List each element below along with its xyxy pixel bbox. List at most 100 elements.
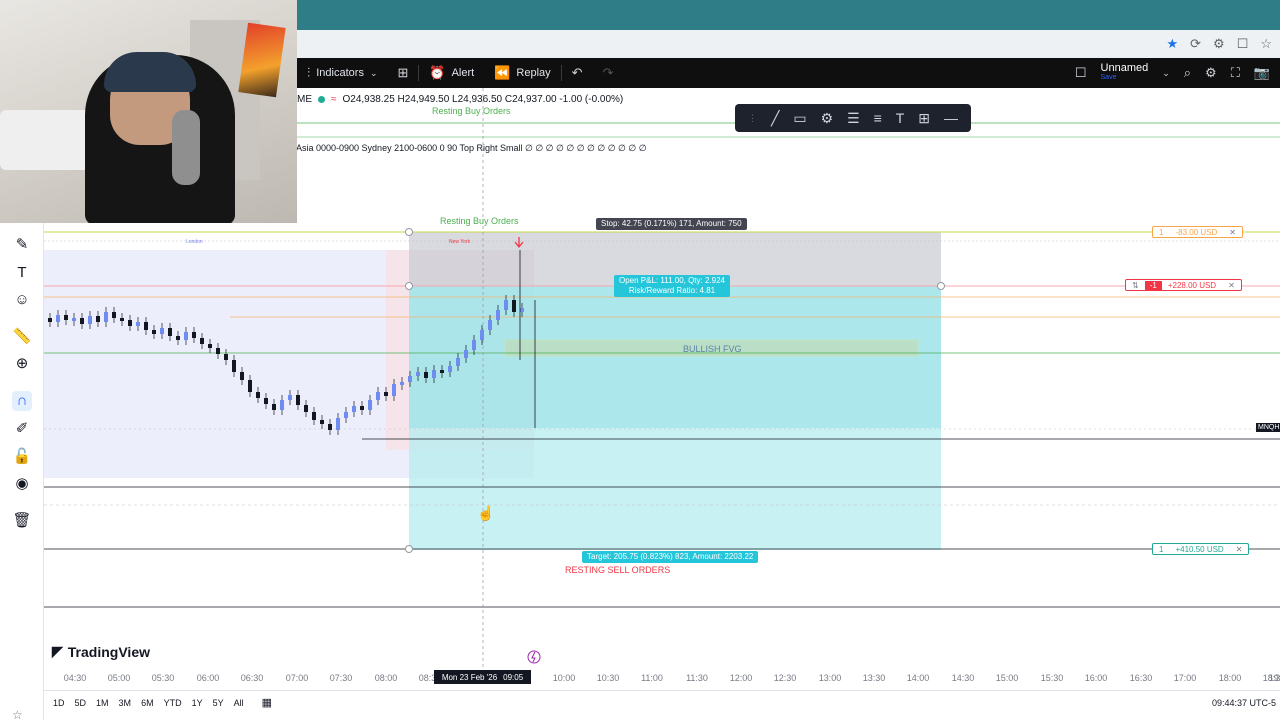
- tab-icon[interactable]: ☐: [1237, 36, 1249, 52]
- candle-body: [144, 322, 148, 330]
- rectangle-icon[interactable]: ▭: [793, 110, 806, 127]
- alarm-clock-icon: ⏰: [429, 65, 446, 80]
- webcam-overlay: [0, 0, 297, 223]
- candle-body: [320, 420, 324, 424]
- close-icon[interactable]: ✕: [1230, 545, 1249, 554]
- layout-name-button[interactable]: Unnamed Save: [1101, 63, 1149, 83]
- replay-button[interactable]: ⏪ Replay: [484, 58, 560, 88]
- text-icon[interactable]: T: [896, 110, 905, 126]
- levels-icon[interactable]: ☰: [847, 110, 860, 127]
- time-tick: 17:00: [1173, 673, 1197, 683]
- lock-icon[interactable]: 🔓: [12, 447, 32, 467]
- layout-square-icon[interactable]: ☐: [1075, 65, 1087, 81]
- candle-body: [160, 328, 164, 334]
- candle-body: [232, 360, 236, 372]
- brush-icon[interactable]: ✎: [12, 235, 32, 255]
- templates-button[interactable]: ⊞: [388, 58, 419, 88]
- candle-body: [464, 350, 468, 358]
- candle-body: [400, 382, 404, 385]
- grid-icon[interactable]: ⊞: [918, 110, 930, 127]
- resting-buy-orders-label: Resting Buy Orders: [440, 216, 519, 226]
- settings-gear-icon[interactable]: ⚙: [1205, 65, 1217, 81]
- candle-body: [392, 384, 396, 396]
- alert-button[interactable]: ⏰ Alert: [419, 58, 484, 88]
- target-info-pill: Target: 205.75 (0.823%) 823, Amount: 220…: [582, 551, 759, 563]
- range-5y[interactable]: 5Y: [208, 698, 229, 708]
- range-3m[interactable]: 3M: [114, 698, 137, 708]
- candle-body: [440, 370, 444, 373]
- time-tick: 12:30: [773, 673, 797, 683]
- candle-body: [472, 340, 476, 350]
- time-tick: 11:00: [641, 673, 663, 683]
- reverse-icon[interactable]: ⇅: [1126, 281, 1145, 290]
- close-icon[interactable]: ✕: [1222, 281, 1241, 290]
- emoji-icon[interactable]: ☺: [12, 290, 32, 310]
- candle-body: [328, 424, 332, 430]
- time-tick: 12:00: [729, 673, 753, 683]
- align-icon[interactable]: ≡: [874, 110, 882, 126]
- candle-body: [304, 405, 308, 412]
- time-tick: 05:30: [151, 673, 175, 683]
- order-tag-target[interactable]: 1 +410.50 USD ✕: [1152, 543, 1250, 555]
- undo-icon: ↶: [571, 65, 583, 80]
- fullscreen-icon[interactable]: ⛶: [1231, 65, 1240, 81]
- range-5d[interactable]: 5D: [70, 698, 92, 708]
- time-tick: 13:00: [818, 673, 842, 683]
- candle-body: [240, 372, 244, 380]
- range-6m[interactable]: 6M: [136, 698, 159, 708]
- chart-toolbar: ⫶ Indicators ⌄ ⊞ ⏰ Alert ⏪ Replay ↶ ↷ ☐ …: [297, 58, 1280, 88]
- camera-icon[interactable]: 📷: [1254, 65, 1270, 81]
- time-axis[interactable]: 04:30 05:00 05:30 06:00 06:30 07:00 07:30 08:00…: [44, 670, 1280, 686]
- symbol-info-line: ME ≈ O24,938.25 H24,949.50 L24,936.50 C2…: [297, 94, 624, 105]
- indicators-button[interactable]: ⫶ Indicators ⌄: [297, 58, 388, 88]
- candle-body: [408, 376, 412, 382]
- favorite-star-icon[interactable]: ☆: [12, 708, 23, 720]
- candle-body: [288, 395, 292, 400]
- text-tool-icon[interactable]: T: [12, 263, 32, 283]
- order-tag-stop[interactable]: 1 -83.00 USD ✕: [1152, 226, 1243, 238]
- candle-body: [120, 318, 124, 321]
- extension-icon[interactable]: ⚙: [1213, 36, 1225, 52]
- range-1y[interactable]: 1Y: [187, 698, 208, 708]
- eye-icon[interactable]: ◉: [12, 474, 32, 494]
- candle-body: [104, 312, 108, 322]
- grid-icon: ⊞: [397, 65, 409, 80]
- candle-body: [168, 328, 172, 336]
- range-1m[interactable]: 1M: [91, 698, 114, 708]
- line-color-icon[interactable]: ╱: [771, 110, 779, 127]
- horizontal-line-icon[interactable]: ―: [944, 110, 958, 126]
- candle-body: [216, 348, 220, 354]
- favorite-icon[interactable]: ☆: [1260, 36, 1272, 52]
- range-ytd[interactable]: YTD: [159, 698, 187, 708]
- time-tick: 11:30: [686, 673, 708, 683]
- time-tick: 10:30: [596, 673, 620, 683]
- time-tick: 05:00: [107, 673, 131, 683]
- candle-body: [184, 332, 188, 340]
- pencil-lock-icon[interactable]: ✐: [12, 419, 32, 439]
- zoom-in-icon[interactable]: ⊕: [12, 354, 32, 374]
- clock[interactable]: 09:44:37 UTC-5: [1212, 698, 1280, 708]
- bookmark-star-icon[interactable]: ★: [1166, 36, 1178, 52]
- stop-info-pill: Stop: 42.75 (0.171%) 171, Amount: 750: [596, 218, 747, 230]
- london-label: London: [186, 239, 203, 245]
- magnet-icon[interactable]: ∩: [12, 391, 32, 411]
- calendar-icon[interactable]: ▦: [257, 696, 277, 709]
- close-icon[interactable]: ✕: [1223, 228, 1242, 237]
- order-tag-position[interactable]: ⇅ -1 +228.00 USD ✕: [1125, 279, 1242, 291]
- wave-icon: ≈: [331, 94, 337, 105]
- drag-handle-icon[interactable]: ⋮: [748, 113, 757, 124]
- resting-sell-orders-label: RESTING SELL ORDERS: [565, 565, 671, 575]
- range-all[interactable]: All: [229, 698, 249, 708]
- settings-icon[interactable]: ⚙: [821, 110, 834, 127]
- chevron-down-icon[interactable]: ⌄: [1162, 68, 1170, 79]
- time-tick: 13:30: [862, 673, 886, 683]
- candle-body: [368, 400, 372, 410]
- candle-body: [504, 300, 508, 310]
- undo-button[interactable]: ↶: [562, 58, 593, 88]
- quick-search-icon[interactable]: ⌕: [1184, 65, 1191, 81]
- redo-button[interactable]: ↷: [593, 58, 624, 88]
- range-1d[interactable]: 1D: [48, 698, 70, 708]
- refresh-icon[interactable]: ⟳: [1190, 36, 1201, 52]
- ruler-icon[interactable]: 📏: [12, 327, 32, 347]
- trash-icon[interactable]: 🗑: [12, 511, 32, 531]
